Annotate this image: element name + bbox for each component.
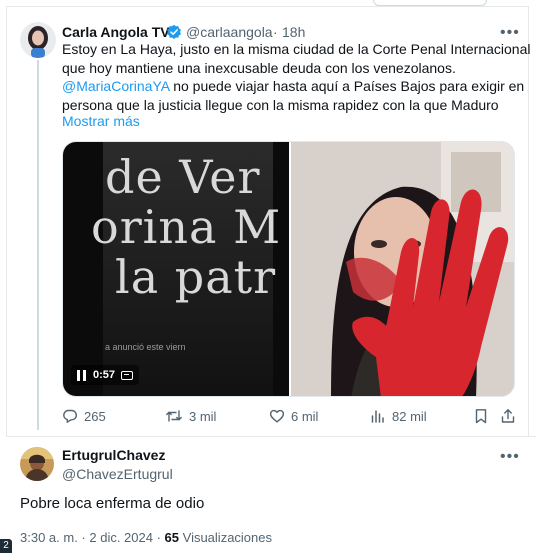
share-action[interactable] [500, 408, 516, 424]
captions-icon[interactable] [121, 370, 134, 380]
mention-link[interactable]: @MariaCorinaYA [62, 78, 169, 94]
reply-time[interactable]: 3:30 a. m. [20, 530, 78, 545]
author-avatar-image [20, 22, 56, 58]
reply-author-name[interactable]: ErtugrulChavez [62, 447, 165, 463]
tweet-divider [6, 436, 536, 437]
thread-connector-line [37, 60, 39, 430]
show-more-link[interactable]: Mostrar más [62, 113, 140, 129]
tweet-text: Estoy en La Haya, justo en la misma ciud… [62, 40, 531, 114]
timestamp-separator: · [77, 530, 90, 545]
video-caption-text: a anunció este viern [105, 342, 186, 352]
reply-views-count: 65 [164, 530, 180, 545]
reply-views-label: Visualizaciones [179, 530, 272, 545]
bookmark-icon [475, 409, 487, 424]
views-action[interactable]: 82 mil [370, 408, 427, 424]
corner-badge: 2 [0, 539, 12, 553]
reply-author-handle[interactable]: @ChavezErtugrul [62, 466, 173, 482]
video-overlay-text: orina M [91, 200, 282, 254]
more-horizontal-icon[interactable]: ••• [500, 25, 520, 41]
post-time[interactable]: 18h [282, 24, 305, 40]
photo-red-handprint [291, 142, 514, 396]
video-overlay-text: de Ver [105, 150, 261, 204]
tweet-text-line: que hoy mantiene una inexcusable deuda c… [62, 59, 456, 76]
tweet-photo[interactable] [291, 142, 514, 396]
tweet-text-line-mention: @MariaCorinaYA no puede viajar hasta aqu… [62, 77, 525, 96]
repost-count: 3 mil [189, 408, 217, 424]
reply-author-avatar[interactable] [20, 447, 54, 481]
repost-action[interactable]: 3 mil [165, 408, 216, 424]
handle-time-separator: · [273, 24, 278, 40]
reply-text: Pobre loca enferma de odio [20, 495, 205, 512]
heart-icon [269, 409, 285, 423]
reply-avatar-image [20, 447, 54, 481]
tweet-media-grid: de Ver orina M la patr a anunció este vi… [62, 141, 515, 397]
like-count: 6 mil [291, 408, 319, 424]
repost-icon [166, 410, 182, 422]
timestamp-separator: · [152, 530, 165, 545]
video-timecode: 0:57 [93, 369, 116, 381]
video-overlay-text: la patr [115, 250, 277, 304]
reply-count: 265 [84, 408, 106, 424]
bookmark-action[interactable] [474, 408, 488, 424]
reply-icon [63, 409, 77, 423]
author-avatar[interactable] [20, 22, 56, 58]
tweet-thread-view: Carla Angola TV @carlaangola · 18h ••• E… [0, 0, 542, 553]
reply-date[interactable]: 2 dic. 2024 [89, 530, 153, 545]
video-frame: de Ver orina M la patr [91, 142, 280, 396]
video-controls[interactable]: 0:57 [71, 365, 140, 385]
reply-more-horizontal-icon[interactable]: ••• [500, 449, 520, 465]
tweet-text-line: persona que la justicia llegue con la mi… [62, 96, 499, 113]
tweet-text-line: Estoy en La Haya, justo en la misma ciud… [62, 41, 531, 57]
share-icon [501, 409, 515, 423]
author-handle[interactable]: @carlaangola [186, 24, 273, 40]
pause-icon[interactable] [77, 369, 87, 381]
reply-action[interactable]: 265 [62, 408, 106, 424]
views-count: 82 mil [392, 408, 427, 424]
video-player[interactable]: de Ver orina M la patr a anunció este vi… [63, 142, 289, 396]
like-action[interactable]: 6 mil [269, 408, 318, 424]
reply-timestamp: 3:30 a. m. · 2 dic. 2024 · 65 Visualizac… [20, 530, 272, 545]
author-name[interactable]: Carla Angola TV [62, 24, 170, 40]
views-chart-icon [371, 410, 384, 423]
tweet-text-fragment: no puede viajar hasta aquí a Países Bajo… [169, 78, 525, 94]
